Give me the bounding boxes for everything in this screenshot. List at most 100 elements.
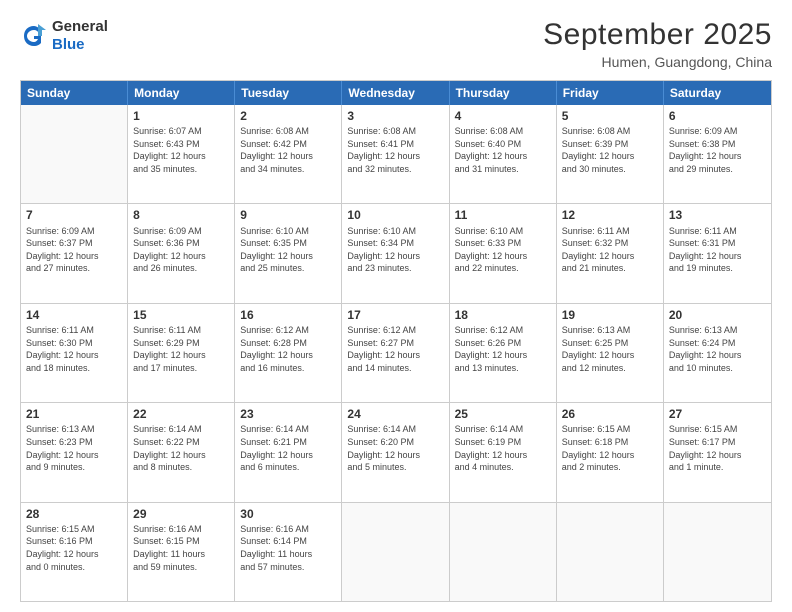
day-number: 28 <box>26 506 122 522</box>
cal-day-29: 29Sunrise: 6:16 AM Sunset: 6:15 PM Dayli… <box>128 503 235 601</box>
logo-text: General Blue <box>52 18 108 54</box>
logo-general: General <box>52 18 108 36</box>
day-info: Sunrise: 6:10 AM Sunset: 6:35 PM Dayligh… <box>240 225 336 275</box>
cal-empty <box>450 503 557 601</box>
day-number: 2 <box>240 108 336 124</box>
page: General Blue September 2025 Humen, Guang… <box>0 0 792 612</box>
day-info: Sunrise: 6:16 AM Sunset: 6:15 PM Dayligh… <box>133 523 229 573</box>
day-number: 3 <box>347 108 443 124</box>
day-number: 19 <box>562 307 658 323</box>
cal-day-26: 26Sunrise: 6:15 AM Sunset: 6:18 PM Dayli… <box>557 403 664 501</box>
day-info: Sunrise: 6:09 AM Sunset: 6:36 PM Dayligh… <box>133 225 229 275</box>
cal-day-28: 28Sunrise: 6:15 AM Sunset: 6:16 PM Dayli… <box>21 503 128 601</box>
cal-day-14: 14Sunrise: 6:11 AM Sunset: 6:30 PM Dayli… <box>21 304 128 402</box>
day-number: 24 <box>347 406 443 422</box>
calendar-week-1: 1Sunrise: 6:07 AM Sunset: 6:43 PM Daylig… <box>21 105 771 204</box>
day-number: 18 <box>455 307 551 323</box>
day-number: 21 <box>26 406 122 422</box>
cal-header-sunday: Sunday <box>21 81 128 105</box>
logo: General Blue <box>20 18 108 54</box>
cal-empty <box>21 105 128 203</box>
day-number: 20 <box>669 307 766 323</box>
cal-day-2: 2Sunrise: 6:08 AM Sunset: 6:42 PM Daylig… <box>235 105 342 203</box>
day-info: Sunrise: 6:09 AM Sunset: 6:37 PM Dayligh… <box>26 225 122 275</box>
day-number: 13 <box>669 207 766 223</box>
day-info: Sunrise: 6:14 AM Sunset: 6:22 PM Dayligh… <box>133 423 229 473</box>
cal-day-21: 21Sunrise: 6:13 AM Sunset: 6:23 PM Dayli… <box>21 403 128 501</box>
day-number: 12 <box>562 207 658 223</box>
day-info: Sunrise: 6:13 AM Sunset: 6:24 PM Dayligh… <box>669 324 766 374</box>
day-info: Sunrise: 6:11 AM Sunset: 6:30 PM Dayligh… <box>26 324 122 374</box>
cal-day-20: 20Sunrise: 6:13 AM Sunset: 6:24 PM Dayli… <box>664 304 771 402</box>
day-number: 14 <box>26 307 122 323</box>
cal-header-tuesday: Tuesday <box>235 81 342 105</box>
cal-day-13: 13 Sunrise: 6:11 AM Sunset: 6:31 PM Dayli… <box>664 204 771 302</box>
day-number: 4 <box>455 108 551 124</box>
cal-day-9: 9Sunrise: 6:10 AM Sunset: 6:35 PM Daylig… <box>235 204 342 302</box>
day-info: Sunrise: 6:15 AM Sunset: 6:17 PM Dayligh… <box>669 423 766 473</box>
cal-day-23: 23Sunrise: 6:14 AM Sunset: 6:21 PM Dayli… <box>235 403 342 501</box>
cal-day-24: 24Sunrise: 6:14 AM Sunset: 6:20 PM Dayli… <box>342 403 449 501</box>
cal-day-3: 3Sunrise: 6:08 AM Sunset: 6:41 PM Daylig… <box>342 105 449 203</box>
calendar-body: 1Sunrise: 6:07 AM Sunset: 6:43 PM Daylig… <box>21 105 771 601</box>
day-info: Sunrise: 6:07 AM Sunset: 6:43 PM Dayligh… <box>133 125 229 175</box>
location: Humen, Guangdong, China <box>543 54 772 70</box>
day-number: 30 <box>240 506 336 522</box>
day-info: Sunrise: 6:08 AM Sunset: 6:42 PM Dayligh… <box>240 125 336 175</box>
cal-day-16: 16Sunrise: 6:12 AM Sunset: 6:28 PM Dayli… <box>235 304 342 402</box>
cal-day-5: 5Sunrise: 6:08 AM Sunset: 6:39 PM Daylig… <box>557 105 664 203</box>
calendar: SundayMondayTuesdayWednesdayThursdayFrid… <box>20 80 772 602</box>
day-info: Sunrise: 6:12 AM Sunset: 6:28 PM Dayligh… <box>240 324 336 374</box>
day-number: 15 <box>133 307 229 323</box>
day-info: Sunrise: 6:10 AM Sunset: 6:33 PM Dayligh… <box>455 225 551 275</box>
cal-day-19: 19Sunrise: 6:13 AM Sunset: 6:25 PM Dayli… <box>557 304 664 402</box>
calendar-header: SundayMondayTuesdayWednesdayThursdayFrid… <box>21 81 771 105</box>
cal-header-friday: Friday <box>557 81 664 105</box>
day-number: 11 <box>455 207 551 223</box>
calendar-week-5: 28Sunrise: 6:15 AM Sunset: 6:16 PM Dayli… <box>21 503 771 601</box>
day-number: 10 <box>347 207 443 223</box>
day-info: Sunrise: 6:14 AM Sunset: 6:20 PM Dayligh… <box>347 423 443 473</box>
cal-header-saturday: Saturday <box>664 81 771 105</box>
day-info: Sunrise: 6:12 AM Sunset: 6:27 PM Dayligh… <box>347 324 443 374</box>
day-number: 27 <box>669 406 766 422</box>
day-info: Sunrise: 6:08 AM Sunset: 6:39 PM Dayligh… <box>562 125 658 175</box>
day-info: Sunrise: 6:08 AM Sunset: 6:41 PM Dayligh… <box>347 125 443 175</box>
day-info: Sunrise: 6:13 AM Sunset: 6:25 PM Dayligh… <box>562 324 658 374</box>
cal-day-1: 1Sunrise: 6:07 AM Sunset: 6:43 PM Daylig… <box>128 105 235 203</box>
cal-empty <box>557 503 664 601</box>
cal-day-25: 25Sunrise: 6:14 AM Sunset: 6:19 PM Dayli… <box>450 403 557 501</box>
day-info: Sunrise: 6:15 AM Sunset: 6:18 PM Dayligh… <box>562 423 658 473</box>
day-info: Sunrise: 6:14 AM Sunset: 6:21 PM Dayligh… <box>240 423 336 473</box>
day-number: 23 <box>240 406 336 422</box>
cal-day-10: 10Sunrise: 6:10 AM Sunset: 6:34 PM Dayli… <box>342 204 449 302</box>
day-info: Sunrise: 6:15 AM Sunset: 6:16 PM Dayligh… <box>26 523 122 573</box>
month-title: September 2025 <box>543 18 772 52</box>
calendar-week-4: 21Sunrise: 6:13 AM Sunset: 6:23 PM Dayli… <box>21 403 771 502</box>
day-number: 29 <box>133 506 229 522</box>
cal-day-4: 4Sunrise: 6:08 AM Sunset: 6:40 PM Daylig… <box>450 105 557 203</box>
title-block: September 2025 Humen, Guangdong, China <box>543 18 772 70</box>
cal-day-12: 12Sunrise: 6:11 AM Sunset: 6:32 PM Dayli… <box>557 204 664 302</box>
cal-day-8: 8Sunrise: 6:09 AM Sunset: 6:36 PM Daylig… <box>128 204 235 302</box>
day-info: Sunrise: 6:08 AM Sunset: 6:40 PM Dayligh… <box>455 125 551 175</box>
day-info: Sunrise: 6:12 AM Sunset: 6:26 PM Dayligh… <box>455 324 551 374</box>
calendar-week-3: 14Sunrise: 6:11 AM Sunset: 6:30 PM Dayli… <box>21 304 771 403</box>
cal-header-wednesday: Wednesday <box>342 81 449 105</box>
cal-day-7: 7 Sunrise: 6:09 AM Sunset: 6:37 PM Daylig… <box>21 204 128 302</box>
header: General Blue September 2025 Humen, Guang… <box>20 18 772 70</box>
logo-blue: Blue <box>52 36 108 54</box>
cal-day-17: 17Sunrise: 6:12 AM Sunset: 6:27 PM Dayli… <box>342 304 449 402</box>
day-info: Sunrise: 6:11 AM Sunset: 6:31 PM Dayligh… <box>669 225 766 275</box>
cal-day-27: 27Sunrise: 6:15 AM Sunset: 6:17 PM Dayli… <box>664 403 771 501</box>
calendar-week-2: 7 Sunrise: 6:09 AM Sunset: 6:37 PM Daylig… <box>21 204 771 303</box>
cal-day-18: 18Sunrise: 6:12 AM Sunset: 6:26 PM Dayli… <box>450 304 557 402</box>
day-number: 16 <box>240 307 336 323</box>
day-number: 17 <box>347 307 443 323</box>
day-number: 7 <box>26 207 122 223</box>
cal-header-thursday: Thursday <box>450 81 557 105</box>
cal-day-15: 15Sunrise: 6:11 AM Sunset: 6:29 PM Dayli… <box>128 304 235 402</box>
day-number: 6 <box>669 108 766 124</box>
cal-day-6: 6Sunrise: 6:09 AM Sunset: 6:38 PM Daylig… <box>664 105 771 203</box>
day-number: 25 <box>455 406 551 422</box>
